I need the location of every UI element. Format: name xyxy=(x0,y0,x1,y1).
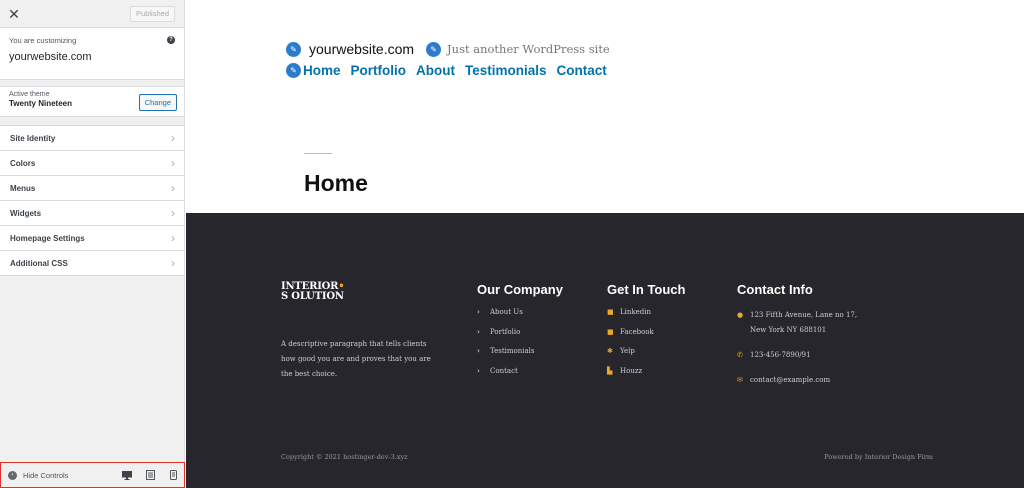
footer-link-label: About Us xyxy=(490,308,523,316)
edit-pencil-icon[interactable]: ✎ xyxy=(286,41,301,57)
collapse-icon[interactable]: ‹ xyxy=(8,470,17,480)
nav-contact[interactable]: Contact xyxy=(557,63,607,78)
footer-link[interactable]: › About Us xyxy=(477,308,563,328)
footer-link-label: Portfolio xyxy=(490,327,521,336)
menu-item-site-identity[interactable]: Site Identity › xyxy=(0,126,184,151)
menu-item-widgets[interactable]: Widgets › xyxy=(0,201,184,226)
company-heading: Our Company xyxy=(477,282,563,297)
social-label: Facebook xyxy=(620,327,654,336)
site-title[interactable]: yourwebsite.com xyxy=(309,41,414,57)
email-text: contact@example.com xyxy=(750,376,831,384)
phone-text: 123-456-7890/91 xyxy=(750,351,811,359)
chevron-right-icon: › xyxy=(477,308,480,316)
menu-item-label: Site Identity xyxy=(10,133,56,143)
facebook-icon: ■ xyxy=(607,327,614,336)
contact-phone[interactable]: ✆ 123-456-7890/91 xyxy=(737,348,857,363)
menu-item-additional-css[interactable]: Additional CSS › xyxy=(0,251,184,276)
site-preview: ✎ yourwebsite.com ✎ Just another WordPre… xyxy=(186,0,1024,488)
social-link-yelp[interactable]: ✱ Yelp xyxy=(607,347,685,367)
desktop-icon[interactable] xyxy=(122,470,132,480)
site-footer: INTERIOR• S OLUTION A descriptive paragr… xyxy=(186,213,1024,488)
footer-contact-column: Contact Info ● 123 Fifth Avenue, Lane no … xyxy=(737,282,857,398)
menu-item-label: Menus xyxy=(10,183,36,193)
menu-item-colors[interactable]: Colors › xyxy=(0,151,184,176)
social-link-houzz[interactable]: ▙ Houzz xyxy=(607,367,685,387)
footer-description: A descriptive paragraph that tells clien… xyxy=(281,340,431,378)
contact-address: ● 123 Fifth Avenue, Lane no 17, New York N… xyxy=(737,308,857,338)
address-line-1: 123 Fifth Avenue, Lane no 17, xyxy=(750,311,858,319)
title-divider xyxy=(304,153,332,154)
customizer-sidebar: ✕ Published You are customizing yourwebs… xyxy=(0,0,185,488)
chevron-right-icon: › xyxy=(171,131,175,145)
menu-item-label: Homepage Settings xyxy=(10,233,85,243)
phone-icon: ✆ xyxy=(737,351,743,359)
nav-home[interactable]: Home xyxy=(303,63,341,78)
publish-button[interactable]: Published xyxy=(130,6,175,22)
chevron-right-icon: › xyxy=(171,181,175,195)
customizing-info: You are customizing yourwebsite.com ? xyxy=(0,28,184,80)
site-header: ✎ yourwebsite.com ✎ Just another WordPre… xyxy=(286,40,617,79)
social-link-linkedin[interactable]: ■ Linkedin xyxy=(607,308,685,328)
footer-company-column: Our Company › About Us › Portfolio › Testim… xyxy=(477,282,563,386)
site-tagline: Just another WordPress site xyxy=(447,42,610,56)
footer-link-label: Contact xyxy=(490,366,518,375)
customizing-site-name: yourwebsite.com xyxy=(9,51,92,63)
footer-logo[interactable]: INTERIOR• S OLUTION xyxy=(281,282,345,302)
close-icon[interactable]: ✕ xyxy=(0,0,28,28)
contact-heading: Contact Info xyxy=(737,282,813,297)
tablet-icon[interactable] xyxy=(145,470,155,480)
social-label: Houzz xyxy=(620,366,643,375)
branding: ✎ yourwebsite.com ✎ Just another WordPre… xyxy=(286,40,617,58)
map-pin-icon: ● xyxy=(737,311,744,319)
customizer-footer: ‹ Hide Controls xyxy=(0,462,185,488)
contact-email[interactable]: ✉ contact@example.com xyxy=(737,373,857,388)
social-link-facebook[interactable]: ■ Facebook xyxy=(607,328,685,348)
menu-item-label: Additional CSS xyxy=(10,258,68,268)
footer-link[interactable]: › Testimonials xyxy=(477,347,563,367)
help-icon[interactable]: ? xyxy=(167,36,175,44)
change-theme-button[interactable]: Change xyxy=(138,94,177,111)
customizer-header: ✕ Published xyxy=(0,0,184,28)
customizing-label: You are customizing xyxy=(9,36,77,45)
yelp-icon: ✱ xyxy=(607,347,613,355)
footer-link[interactable]: › Portfolio xyxy=(477,328,563,348)
address-line-2: New York NY 688101 xyxy=(750,326,827,334)
mail-icon: ✉ xyxy=(737,376,743,384)
chevron-right-icon: › xyxy=(477,347,480,355)
linkedin-icon: ■ xyxy=(607,308,614,316)
chevron-right-icon: › xyxy=(171,206,175,220)
nav-about[interactable]: About xyxy=(416,63,455,78)
touch-heading: Get In Touch xyxy=(607,282,686,297)
chevron-right-icon: › xyxy=(477,327,480,336)
footer-link-label: Testimonials xyxy=(490,347,535,355)
footer-touch-column: Get In Touch ■ Linkedin ■ Facebook ✱ Yelp ▙… xyxy=(607,282,685,386)
social-label: Linkedin xyxy=(620,308,652,316)
menu-item-label: Widgets xyxy=(10,208,42,218)
nav-portfolio[interactable]: Portfolio xyxy=(351,63,407,78)
chevron-right-icon: › xyxy=(171,256,175,270)
social-label: Yelp xyxy=(620,347,635,355)
active-theme-section: Active theme Twenty Nineteen Change xyxy=(0,86,184,117)
menu-item-label: Colors xyxy=(10,158,36,168)
page-title: Home xyxy=(304,170,368,196)
chevron-right-icon: › xyxy=(477,366,480,375)
main-navigation: ✎ Home Portfolio About Testimonials Cont… xyxy=(286,61,617,79)
logo-line-2: S OLUTION xyxy=(281,291,344,302)
nav-testimonials[interactable]: Testimonials xyxy=(465,63,547,78)
copyright-text: Copyright © 2021 hostinger-dev-3.xyz xyxy=(281,453,408,461)
menu-item-homepage-settings[interactable]: Homepage Settings › xyxy=(0,226,184,251)
footer-link[interactable]: › Contact xyxy=(477,367,563,387)
hide-controls-button[interactable]: Hide Controls xyxy=(23,471,68,480)
houzz-icon: ▙ xyxy=(607,366,613,375)
customizer-menu: Site Identity › Colors › Menus › Widgets… xyxy=(0,125,184,276)
mobile-icon[interactable] xyxy=(168,470,178,480)
powered-by-text[interactable]: Powered by Interior Design Firm xyxy=(824,453,933,461)
edit-pencil-icon[interactable]: ✎ xyxy=(286,62,301,78)
menu-item-menus[interactable]: Menus › xyxy=(0,176,184,201)
chevron-right-icon: › xyxy=(171,156,175,170)
edit-pencil-icon[interactable]: ✎ xyxy=(426,41,442,57)
chevron-right-icon: › xyxy=(171,231,175,245)
